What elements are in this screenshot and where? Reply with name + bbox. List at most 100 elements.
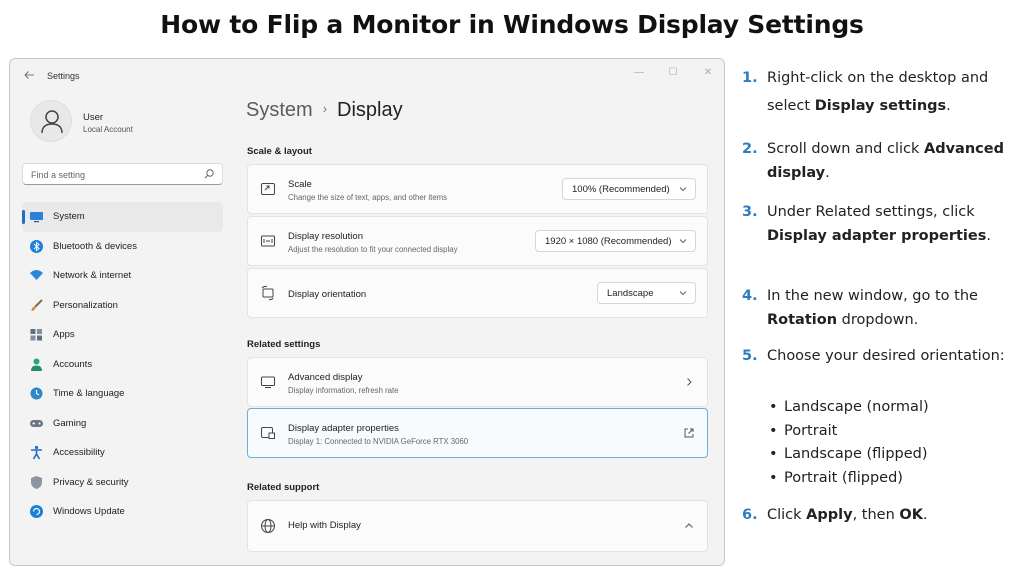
sidebar-item-label: Accounts (53, 358, 93, 370)
chevron-right-icon (687, 378, 692, 386)
scale-title: Scale (288, 179, 312, 190)
search-input[interactable]: Find a setting (22, 163, 223, 185)
breadcrumb-current: Display (337, 99, 403, 121)
breadcrumb-separator: › (322, 101, 328, 116)
sidebar-item-apps[interactable]: Apps (22, 320, 223, 350)
advanced-display-card[interactable]: Advanced display Display information, re… (247, 357, 708, 407)
scale-icon (261, 183, 275, 195)
chevron-down-icon (679, 239, 687, 244)
sidebar-item-label: System (53, 211, 85, 222)
resolution-dropdown[interactable]: 1920 × 1080 (Recommended) (535, 230, 696, 252)
sidebar-nav: System Bluetooth & devices Network & int… (22, 202, 223, 527)
sidebar-item-label: Accessibility (53, 447, 105, 458)
monitor-icon (261, 376, 275, 388)
list-item: Portrait (flipped) (767, 467, 1017, 491)
step-number: 2. (742, 141, 758, 157)
search-icon (204, 169, 214, 179)
step-number: 3. (742, 204, 758, 220)
help-with-display-title: Help with Display (288, 520, 361, 531)
close-button[interactable]: ✕ (699, 67, 717, 83)
sidebar-item-label: Bluetooth & devices (53, 240, 137, 252)
advanced-display-subtitle: Display information, refresh rate (288, 386, 399, 395)
globe-icon (261, 519, 275, 533)
sidebar-item-system[interactable]: System (22, 202, 223, 232)
person-icon (31, 358, 42, 371)
orientation-title: Display orientation (288, 289, 367, 300)
step-text: Click Apply, then OK. (767, 507, 928, 523)
account-type: Local Account (83, 125, 133, 134)
step-number: 5. (742, 348, 758, 364)
shield-icon (31, 475, 42, 489)
step-text: Scroll down and click Advanced display. (767, 141, 1004, 181)
orientation-options-list: Landscape (normal) Portrait Landscape (f… (767, 396, 1017, 490)
settings-window: Settings — ☐ ✕ User Local Account Find a… (9, 58, 725, 566)
sidebar-item-label: Apps (53, 329, 75, 340)
resolution-card[interactable]: Display resolution Adjust the resolution… (247, 216, 708, 266)
sidebar-item-personalization[interactable]: Personalization (22, 291, 223, 321)
sidebar-item-label: Gaming (53, 417, 87, 429)
chevron-down-icon (679, 187, 687, 192)
back-arrow-icon[interactable] (22, 68, 36, 82)
display-adapter-subtitle: Display 1: Connected to NVIDIA GeForce R… (288, 437, 469, 446)
chevron-down-icon (679, 291, 687, 296)
external-link-icon (684, 428, 694, 438)
avatar (30, 100, 72, 142)
sidebar-item-network[interactable]: Network & internet (22, 261, 223, 291)
gamepad-icon (30, 419, 43, 427)
maximize-button[interactable]: ☐ (664, 67, 682, 83)
list-item: Landscape (normal) (767, 396, 1017, 420)
step-number: 4. (742, 288, 758, 304)
list-item: Landscape (flipped) (767, 443, 1017, 467)
resolution-subtitle: Adjust the resolution to fit your connec… (288, 245, 458, 254)
resolution-value: 1920 × 1080 (Recommended) (545, 236, 672, 247)
breadcrumb-parent[interactable]: System (246, 99, 313, 121)
step-number: 6. (742, 507, 758, 523)
app-title: Settings (47, 71, 80, 81)
scale-subtitle: Change the size of text, apps, and other… (288, 193, 448, 202)
advanced-display-title: Advanced display (288, 372, 363, 383)
sidebar-item-privacy[interactable]: Privacy & security (22, 468, 223, 498)
sidebar-item-label: Windows Update (53, 506, 125, 517)
user-icon (41, 110, 63, 134)
sidebar-item-bluetooth[interactable]: Bluetooth & devices (22, 232, 223, 262)
search-placeholder: Find a setting (31, 170, 86, 180)
step-text: Choose your desired orientation: (767, 348, 1005, 364)
sidebar-item-time-language[interactable]: Time & language (22, 379, 223, 409)
scale-dropdown[interactable]: 100% (Recommended) (562, 178, 696, 200)
resolution-title: Display resolution (288, 231, 363, 242)
sidebar-item-accounts[interactable]: Accounts (22, 350, 223, 380)
step-text: Right-click on the desktop and select Di… (767, 70, 989, 114)
display-adapter-title: Display adapter properties (288, 423, 399, 434)
orientation-card[interactable]: Display orientation Landscape (247, 268, 708, 318)
globe-clock-icon (30, 387, 43, 400)
display-adapter-card[interactable]: Display adapter properties Display 1: Co… (247, 408, 708, 458)
step-number: 1. (742, 70, 758, 86)
title-bar: Settings — ☐ ✕ (10, 59, 724, 93)
user-profile[interactable]: User Local Account (22, 99, 222, 149)
sidebar-item-gaming[interactable]: Gaming (22, 409, 223, 439)
chevron-up-icon[interactable] (683, 520, 695, 532)
orientation-dropdown[interactable]: Landscape (597, 282, 696, 304)
resolution-icon (261, 235, 275, 247)
user-name: User (83, 112, 104, 123)
sidebar-item-windows-update[interactable]: Windows Update (22, 497, 223, 527)
orientation-value: Landscape (607, 288, 654, 299)
minimize-button[interactable]: — (630, 67, 648, 83)
sidebar-item-label: Privacy & security (53, 476, 129, 488)
section-heading-related-settings: Related settings (247, 339, 321, 350)
apps-icon (30, 329, 42, 341)
accessibility-icon (31, 445, 42, 460)
scale-value: 100% (Recommended) (572, 184, 670, 195)
help-with-display-card[interactable]: Help with Display (247, 500, 708, 552)
step-text: In the new window, go to the Rotation dr… (767, 288, 978, 328)
breadcrumb: System › Display (246, 99, 403, 122)
sidebar-item-label: Personalization (53, 299, 118, 311)
adapter-icon (261, 427, 275, 439)
step-text: Under Related settings, click Display ad… (767, 204, 991, 244)
scale-card[interactable]: Scale Change the size of text, apps, and… (247, 164, 708, 214)
section-heading-related-support: Related support (247, 482, 320, 493)
section-heading-scale-layout: Scale & layout (247, 146, 312, 157)
bluetooth-icon (30, 239, 43, 253)
sidebar-item-label: Time & language (53, 388, 125, 399)
sidebar-item-accessibility[interactable]: Accessibility (22, 438, 223, 468)
